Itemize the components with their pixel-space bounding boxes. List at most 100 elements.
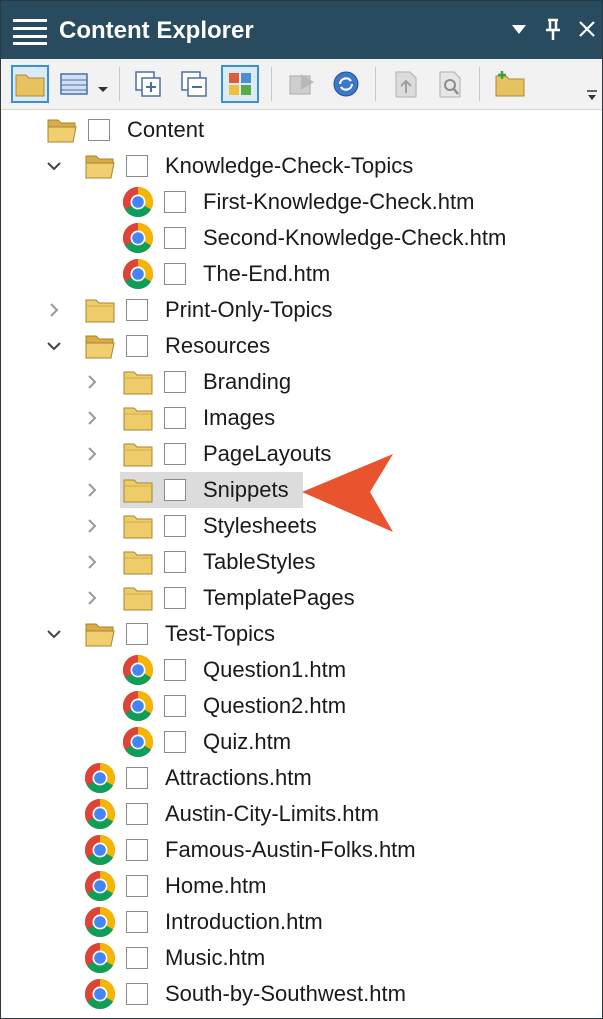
checkbox[interactable] bbox=[126, 623, 148, 645]
tree-item-label: First-Knowledge-Check.htm bbox=[203, 189, 475, 214]
tree-row[interactable]: Quiz.htm bbox=[1, 724, 602, 760]
tree-item-label: Attractions.htm bbox=[165, 765, 312, 790]
checkbox[interactable] bbox=[164, 731, 186, 753]
checkbox[interactable] bbox=[164, 407, 186, 429]
tree-item-label: Print-Only-Topics bbox=[165, 297, 333, 322]
tree-row[interactable]: TemplatePages bbox=[1, 580, 602, 616]
dropdown-icon[interactable] bbox=[505, 15, 533, 50]
tree-row[interactable]: TableStyles bbox=[1, 544, 602, 580]
tree-row[interactable]: South-by-Southwest.htm bbox=[1, 976, 602, 1012]
close-icon[interactable] bbox=[573, 15, 601, 50]
tree-item-label: Resources bbox=[165, 333, 271, 358]
collapse-all-icon[interactable] bbox=[175, 65, 213, 103]
checkbox[interactable] bbox=[164, 191, 186, 213]
chrome-file-icon bbox=[84, 978, 116, 1010]
checkbox[interactable] bbox=[126, 335, 148, 357]
chevron-down-icon[interactable] bbox=[42, 616, 66, 652]
tree-row[interactable]: Content bbox=[1, 112, 602, 148]
checkbox[interactable] bbox=[126, 803, 148, 825]
expand-all-icon[interactable] bbox=[129, 65, 167, 103]
tree-row[interactable]: Question1.htm bbox=[1, 652, 602, 688]
checkbox[interactable] bbox=[126, 839, 148, 861]
tree-row[interactable]: Home.htm bbox=[1, 868, 602, 904]
chrome-file-icon bbox=[84, 762, 116, 794]
tree-item-label: Knowledge-Check-Topics bbox=[165, 153, 414, 178]
chevron-down-icon[interactable] bbox=[42, 148, 66, 184]
chrome-file-icon bbox=[84, 906, 116, 938]
chevron-right-icon[interactable] bbox=[80, 508, 104, 544]
tree-item-label: TemplatePages bbox=[203, 585, 355, 610]
tree-row[interactable]: Test-Topics bbox=[1, 616, 602, 652]
tree-row[interactable]: Resources bbox=[1, 328, 602, 364]
grid-view-icon[interactable] bbox=[55, 65, 93, 103]
chevron-right-icon[interactable] bbox=[80, 436, 104, 472]
checkbox[interactable] bbox=[164, 695, 186, 717]
checkbox[interactable] bbox=[126, 299, 148, 321]
tree-item-label: Quiz.htm bbox=[203, 729, 292, 754]
checkbox[interactable] bbox=[164, 551, 186, 573]
chrome-file-icon bbox=[122, 690, 154, 722]
chevron-right-icon[interactable] bbox=[42, 292, 66, 328]
checkbox[interactable] bbox=[164, 443, 186, 465]
checkbox[interactable] bbox=[126, 875, 148, 897]
tree-item-label: Music.htm bbox=[165, 945, 266, 970]
checkbox[interactable] bbox=[126, 155, 148, 177]
panel-titlebar: Content Explorer bbox=[1, 1, 602, 59]
tree-item-label: Content bbox=[127, 117, 205, 142]
checkbox[interactable] bbox=[164, 479, 186, 501]
tree-row[interactable]: Question2.htm bbox=[1, 688, 602, 724]
tree-row[interactable]: First-Knowledge-Check.htm bbox=[1, 184, 602, 220]
open-folder-icon[interactable] bbox=[11, 65, 49, 103]
chevron-right-icon[interactable] bbox=[80, 580, 104, 616]
folder-icon bbox=[122, 512, 154, 540]
tree-row[interactable]: The-End.htm bbox=[1, 256, 602, 292]
folder-icon bbox=[122, 368, 154, 396]
tree-row[interactable]: Austin-City-Limits.htm bbox=[1, 796, 602, 832]
tree-row[interactable]: Attractions.htm bbox=[1, 760, 602, 796]
checkbox[interactable] bbox=[164, 263, 186, 285]
toolbar-overflow-icon[interactable] bbox=[586, 89, 598, 108]
new-folder-icon[interactable] bbox=[491, 65, 529, 103]
tree-row[interactable]: Famous-Austin-Folks.htm bbox=[1, 832, 602, 868]
chevron-down-icon[interactable] bbox=[97, 81, 109, 99]
properties-icon[interactable] bbox=[431, 65, 469, 103]
folder-icon bbox=[84, 332, 116, 360]
checkbox[interactable] bbox=[164, 515, 186, 537]
tree-row[interactable]: Second-Knowledge-Check.htm bbox=[1, 220, 602, 256]
checkbox[interactable] bbox=[126, 767, 148, 789]
upload-icon[interactable] bbox=[387, 65, 425, 103]
tree-row[interactable]: Branding bbox=[1, 364, 602, 400]
tiles-icon[interactable] bbox=[221, 65, 259, 103]
refresh-icon[interactable] bbox=[327, 65, 365, 103]
send-icon[interactable] bbox=[283, 65, 321, 103]
chevron-right-icon[interactable] bbox=[80, 364, 104, 400]
pin-icon[interactable] bbox=[539, 15, 567, 50]
menu-icon[interactable] bbox=[13, 19, 47, 45]
checkbox[interactable] bbox=[126, 983, 148, 1005]
checkbox[interactable] bbox=[164, 371, 186, 393]
folder-icon bbox=[84, 296, 116, 324]
tree-row[interactable]: Music.htm bbox=[1, 940, 602, 976]
tree-item-label: Question1.htm bbox=[203, 657, 347, 682]
chevron-right-icon[interactable] bbox=[80, 544, 104, 580]
tree-item-label: Question2.htm bbox=[203, 693, 347, 718]
checkbox[interactable] bbox=[164, 587, 186, 609]
checkbox[interactable] bbox=[126, 911, 148, 933]
folder-icon bbox=[122, 548, 154, 576]
chevron-right-icon[interactable] bbox=[80, 472, 104, 508]
chevron-right-icon[interactable] bbox=[80, 400, 104, 436]
tree-row[interactable]: Print-Only-Topics bbox=[1, 292, 602, 328]
chrome-file-icon bbox=[122, 654, 154, 686]
tree-row[interactable]: Knowledge-Check-Topics bbox=[1, 148, 602, 184]
checkbox[interactable] bbox=[88, 119, 110, 141]
checkbox[interactable] bbox=[164, 659, 186, 681]
chevron-down-icon[interactable] bbox=[42, 328, 66, 364]
checkbox[interactable] bbox=[126, 947, 148, 969]
folder-icon bbox=[84, 620, 116, 648]
pointer-arrow-icon bbox=[302, 454, 393, 532]
checkbox[interactable] bbox=[164, 227, 186, 249]
tree-item-label: Introduction.htm bbox=[165, 909, 323, 934]
tree-row[interactable]: Images bbox=[1, 400, 602, 436]
tree-row[interactable]: Introduction.htm bbox=[1, 904, 602, 940]
folder-icon bbox=[122, 440, 154, 468]
